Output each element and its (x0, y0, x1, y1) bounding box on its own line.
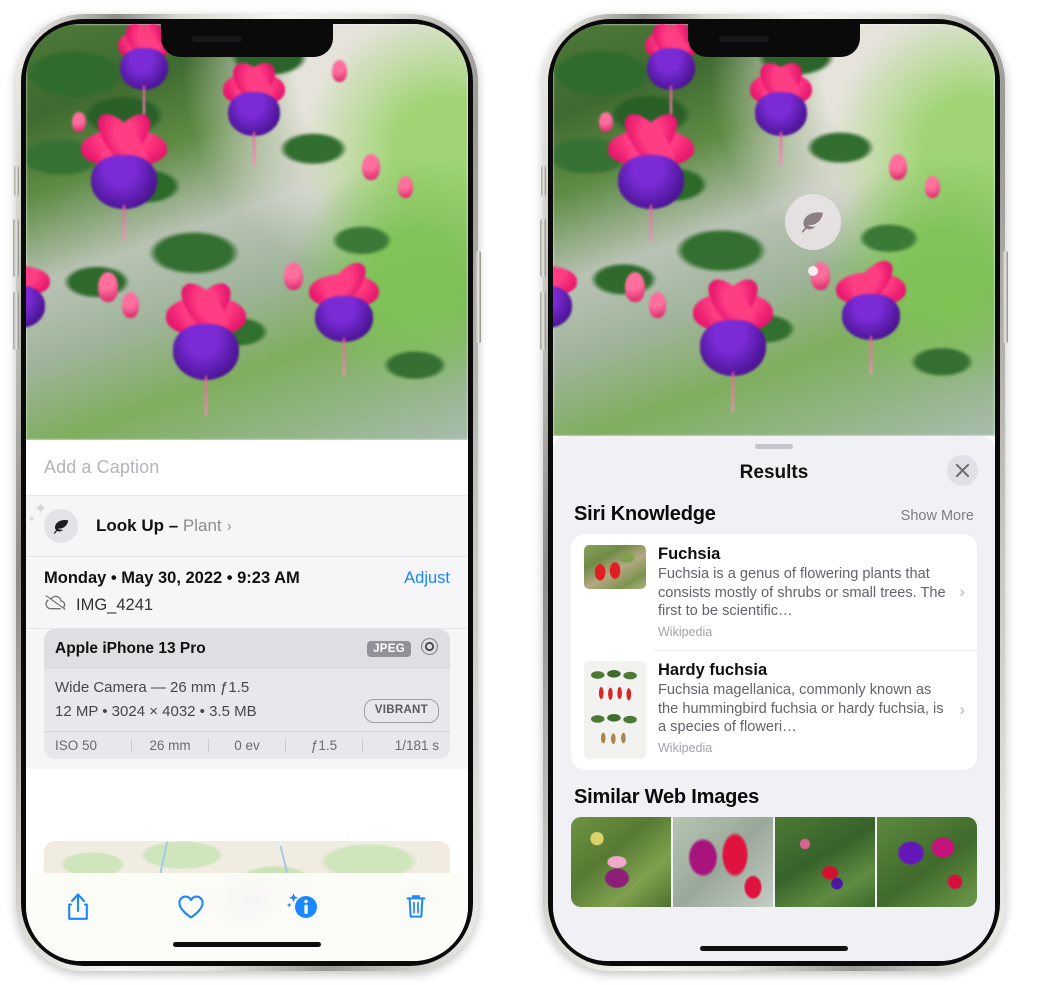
exif-header: Apple iPhone 13 Pro JPEG (44, 629, 450, 669)
photo-image (26, 24, 468, 440)
leaf-icon: ✦ ✦ (28, 502, 78, 543)
exif-stats-row: ISO 50 26 mm 0 ev ƒ1.5 1/181 s (44, 731, 450, 759)
capture-date: Monday • May 30, 2022 • 9:23 AM (44, 569, 300, 587)
knowledge-card[interactable]: Fuchsia Fuchsia is a genus of flowering … (571, 534, 977, 650)
card-description: Fuchsia is a genus of flowering plants t… (658, 566, 946, 620)
earpiece-speaker-left (192, 36, 242, 42)
look-up-label: Look Up – Plant › (96, 516, 232, 535)
delete-button[interactable] (394, 887, 438, 927)
web-image-thumbnail[interactable] (571, 817, 671, 908)
adjust-button[interactable]: Adjust (404, 569, 450, 588)
device-notch-right (688, 24, 860, 57)
section-title: Similar Web Images (574, 786, 759, 809)
power-button-right[interactable] (1002, 251, 1008, 343)
image-size-info: 12 MP • 3024 × 4032 • 3.5 MB (55, 702, 257, 720)
similar-web-images-strip[interactable] (571, 817, 977, 908)
card-title: Fuchsia (658, 545, 721, 563)
exif-iso: ISO 50 (55, 738, 98, 754)
format-badge: JPEG (367, 641, 411, 657)
photo-image-right (553, 24, 995, 436)
card-thumbnail (584, 661, 646, 760)
exif-aperture: ƒ1.5 (310, 738, 338, 754)
volume-down-button-right[interactable] (540, 292, 546, 350)
file-name: IMG_4241 (76, 595, 154, 614)
siri-knowledge-header: Siri Knowledge Show More (553, 497, 995, 534)
cloud-slash-icon (44, 594, 67, 616)
results-header: Results (553, 449, 995, 497)
caption-input-row[interactable]: Add a Caption (26, 440, 468, 496)
leaf-icon (785, 194, 841, 250)
similar-web-images-header: Similar Web Images (553, 770, 995, 817)
photographic-style-badge: VIBRANT (363, 699, 439, 724)
photo-viewer[interactable] (26, 24, 468, 440)
screenshot-root: Add a Caption ✦ ✦ Look Up – Plant › Mond… (0, 0, 1055, 985)
exif-body: Wide Camera — 26 mm ƒ1.5 12 MP • 3024 × … (44, 669, 450, 731)
iphone-left: Add a Caption ✦ ✦ Look Up – Plant › Mond… (13, 14, 481, 971)
share-button[interactable] (56, 887, 100, 927)
silent-switch-right[interactable] (541, 166, 546, 196)
sparkle-icon: ✦ (34, 501, 48, 518)
volume-down-button-left[interactable] (13, 292, 19, 350)
sparkle-small-icon: ✦ (28, 514, 36, 524)
results-title: Results (739, 462, 809, 483)
web-image-thumbnail[interactable] (673, 817, 773, 908)
home-indicator-right (700, 946, 848, 951)
look-up-subject: Plant (182, 516, 222, 535)
volume-up-button-left[interactable] (13, 219, 19, 277)
exif-card: Apple iPhone 13 Pro JPEG Wide Camera — 2… (44, 629, 450, 760)
pin-dot (808, 266, 818, 276)
knowledge-card-list: Fuchsia Fuchsia is a genus of flowering … (571, 534, 977, 771)
visual-look-up-pin[interactable] (785, 194, 841, 276)
camera-device-name: Apple iPhone 13 Pro (55, 640, 206, 657)
close-icon[interactable] (947, 455, 978, 486)
photo-info-sheet: Add a Caption ✦ ✦ Look Up – Plant › Mond… (26, 440, 468, 961)
web-image-thumbnail[interactable] (877, 817, 977, 908)
device-notch-left (161, 24, 333, 57)
metadata-block: Monday • May 30, 2022 • 9:23 AM Adjust I… (26, 556, 468, 628)
info-button[interactable] (281, 887, 325, 927)
screen-left: Add a Caption ✦ ✦ Look Up – Plant › Mond… (26, 24, 468, 961)
lens-info: Wide Camera — 26 mm ƒ1.5 (55, 679, 250, 696)
exif-exposure-value: 0 ev (234, 738, 260, 754)
exif-focal-length: 26 mm (149, 738, 191, 754)
photo-viewer-right[interactable] (553, 24, 995, 436)
photo-toolbar (26, 873, 468, 961)
volume-up-button-right[interactable] (540, 219, 546, 277)
knowledge-card[interactable]: Hardy fuchsia Fuchsia magellanica, commo… (571, 650, 977, 770)
card-description: Fuchsia magellanica, commonly known as t… (658, 682, 944, 736)
earpiece-speaker-right (719, 36, 769, 42)
card-source: Wikipedia (658, 625, 713, 640)
chevron-right-icon: › (959, 582, 965, 601)
iphone-right: Results Siri Knowledge Show More Fuchsia… (540, 14, 1008, 971)
exif-shutter-speed: 1/181 s (394, 738, 439, 754)
screen-right: Results Siri Knowledge Show More Fuchsia… (553, 24, 995, 961)
card-source: Wikipedia (658, 741, 713, 756)
card-thumbnail (584, 545, 646, 589)
chevron-right-icon: › (959, 700, 965, 720)
section-title: Siri Knowledge (574, 503, 716, 525)
aperture-icon (420, 637, 439, 661)
caption-placeholder: Add a Caption (44, 457, 160, 477)
web-image-thumbnail[interactable] (775, 817, 875, 908)
look-up-row[interactable]: ✦ ✦ Look Up – Plant › (26, 496, 468, 556)
show-more-button[interactable]: Show More (901, 508, 974, 524)
card-title: Hardy fuchsia (658, 661, 768, 680)
favorite-button[interactable] (169, 887, 213, 927)
silent-switch-left[interactable] (14, 166, 19, 196)
chevron-right-icon: › (226, 518, 232, 535)
home-indicator-left (173, 942, 321, 947)
results-sheet: Results Siri Knowledge Show More Fuchsia… (553, 436, 995, 961)
power-button-left[interactable] (475, 251, 481, 343)
